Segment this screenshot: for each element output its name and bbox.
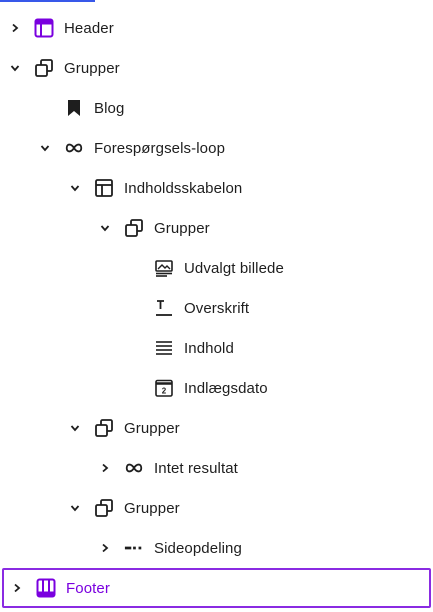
list-view-tree: Header Grupper Blog Forespørgsels-loop I… bbox=[0, 8, 433, 608]
list-item-label: Indholdsskabelon bbox=[124, 179, 243, 197]
pagination-icon bbox=[124, 538, 144, 558]
loop-icon bbox=[64, 138, 84, 158]
chevron-down-icon[interactable] bbox=[68, 181, 82, 195]
list-item-header[interactable]: Header bbox=[0, 8, 433, 48]
list-item-label: Grupper bbox=[64, 59, 120, 77]
list-item-label: Indlægsdato bbox=[184, 379, 268, 397]
list-item-label: Overskrift bbox=[184, 299, 250, 317]
header-template-part-icon bbox=[34, 18, 54, 38]
chevron-right-icon[interactable] bbox=[98, 461, 112, 475]
list-item-label: Intet resultat bbox=[154, 459, 238, 477]
list-item-group[interactable]: Grupper bbox=[0, 408, 433, 448]
list-item-label: Blog bbox=[94, 99, 125, 117]
list-item-post-date[interactable]: 2 Indlægsdato bbox=[0, 368, 433, 408]
list-item-query-loop[interactable]: Forespørgsels-loop bbox=[0, 128, 433, 168]
chevron-down-icon[interactable] bbox=[68, 421, 82, 435]
list-item-pagination[interactable]: Sideopdeling bbox=[0, 528, 433, 568]
list-item-label: Grupper bbox=[124, 499, 180, 517]
loop-icon bbox=[124, 458, 144, 478]
list-item-label: Footer bbox=[66, 579, 110, 597]
list-item-post-template[interactable]: Indholdsskabelon bbox=[0, 168, 433, 208]
chevron-right-icon[interactable] bbox=[10, 581, 24, 595]
list-item-featured-image[interactable]: Udvalgt billede bbox=[0, 248, 433, 288]
chevron-right-icon[interactable] bbox=[98, 541, 112, 555]
list-item-blog[interactable]: Blog bbox=[0, 88, 433, 128]
list-item-group[interactable]: Grupper bbox=[0, 48, 433, 88]
group-icon bbox=[94, 498, 114, 518]
group-icon bbox=[94, 418, 114, 438]
svg-text:2: 2 bbox=[162, 387, 167, 396]
group-icon bbox=[124, 218, 144, 238]
list-item-no-results[interactable]: Intet resultat bbox=[0, 448, 433, 488]
list-item-footer[interactable]: Footer bbox=[2, 568, 431, 608]
list-item-group[interactable]: Grupper bbox=[0, 488, 433, 528]
list-item-label: Sideopdeling bbox=[154, 539, 242, 557]
chevron-down-icon[interactable] bbox=[98, 221, 112, 235]
footer-template-part-icon bbox=[36, 578, 56, 598]
chevron-down-icon[interactable] bbox=[8, 61, 22, 75]
featured-image-icon bbox=[154, 258, 174, 278]
list-item-post-content[interactable]: Indhold bbox=[0, 328, 433, 368]
active-tab-indicator bbox=[0, 0, 95, 2]
list-item-label: Header bbox=[64, 19, 114, 37]
chevron-down-icon[interactable] bbox=[38, 141, 52, 155]
list-item-group[interactable]: Grupper bbox=[0, 208, 433, 248]
post-title-icon bbox=[154, 298, 174, 318]
post-date-icon: 2 bbox=[154, 378, 174, 398]
list-item-label: Grupper bbox=[124, 419, 180, 437]
chevron-right-icon[interactable] bbox=[8, 21, 22, 35]
post-content-icon bbox=[154, 338, 174, 358]
list-item-label: Indhold bbox=[184, 339, 234, 357]
post-template-icon bbox=[94, 178, 114, 198]
list-item-label: Udvalgt billede bbox=[184, 259, 284, 277]
list-item-label: Forespørgsels-loop bbox=[94, 139, 226, 157]
list-item-post-title[interactable]: Overskrift bbox=[0, 288, 433, 328]
group-icon bbox=[34, 58, 54, 78]
bookmark-icon bbox=[64, 98, 84, 118]
list-item-label: Grupper bbox=[154, 219, 210, 237]
chevron-down-icon[interactable] bbox=[68, 501, 82, 515]
